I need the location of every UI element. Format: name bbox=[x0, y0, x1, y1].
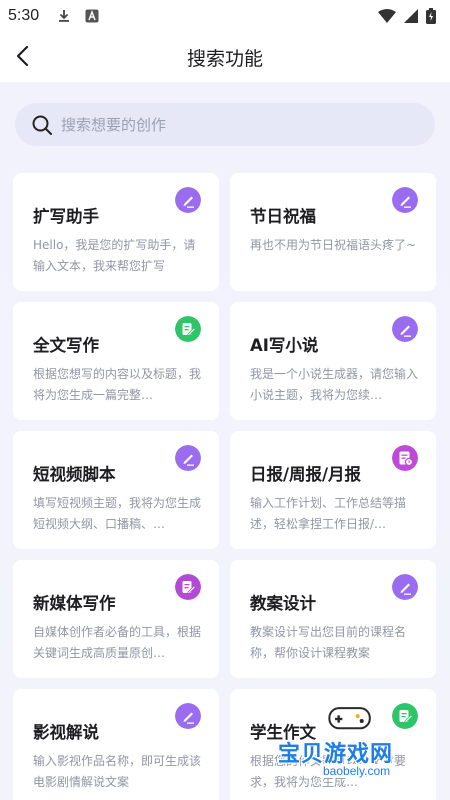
card-title: AI写小说 bbox=[250, 336, 319, 355]
card-description: 输入工作计划、工作总结等描述，轻松拿捏工作日报/… bbox=[250, 496, 407, 531]
card-description: 教案设计写出您目前的课程名称，帮你设计课程教案 bbox=[250, 625, 407, 660]
status-right bbox=[378, 8, 436, 24]
edit-note-icon bbox=[175, 574, 201, 600]
card-title: 全文写作 bbox=[33, 336, 99, 355]
battery-icon bbox=[426, 8, 436, 24]
a-badge-icon bbox=[85, 9, 99, 23]
app-header: 搜索功能 bbox=[0, 32, 450, 82]
pen-icon bbox=[392, 316, 418, 342]
edit-note-icon bbox=[392, 703, 418, 729]
card-description: 再也不用为节日祝福语头疼了~ bbox=[250, 238, 417, 252]
card-title: 节日祝福 bbox=[250, 207, 316, 226]
card-title: 日报/周报/月报 bbox=[250, 465, 362, 484]
card-title: 短视频脚本 bbox=[33, 465, 116, 484]
pen-icon bbox=[392, 574, 418, 600]
pen-icon bbox=[392, 187, 418, 213]
card-film-commentary[interactable]: 影视解说 输入影视作品名称，即可生成该电影剧情解说文案 bbox=[13, 689, 219, 800]
card-description: Hello，我是您的扩写助手，请输入文本，我来帮您扩写 bbox=[33, 238, 196, 273]
pen-icon bbox=[175, 703, 201, 729]
card-description: 输入影视作品名称，即可生成该电影剧情解说文案 bbox=[33, 754, 202, 789]
card-expand-writing[interactable]: 扩写助手 Hello，我是您的扩写助手，请输入文本，我来帮您扩写 bbox=[13, 173, 219, 291]
card-ai-novel[interactable]: AI写小说 我是一个小说生成器，请您输入小说主题，我将为您续… bbox=[230, 302, 436, 420]
edit-note-icon bbox=[175, 316, 201, 342]
card-lesson-plan[interactable]: 教案设计 教案设计写出您目前的课程名称，帮你设计课程教案 bbox=[230, 560, 436, 678]
card-full-writing[interactable]: 全文写作 根据您想写的内容以及标题，我将为您生成一篇完整… bbox=[13, 302, 219, 420]
main-content: 扩写助手 Hello，我是您的扩写助手，请输入文本，我来帮您扩写 节日祝福 再也… bbox=[0, 82, 450, 800]
card-short-video-script[interactable]: 短视频脚本 填写短视频主题，我将为您生成短视频大纲、口播稿、… bbox=[13, 431, 219, 549]
card-title: 扩写助手 bbox=[33, 207, 99, 226]
search-icon bbox=[32, 115, 52, 135]
search-bar[interactable] bbox=[15, 103, 435, 146]
status-time: 5:30 bbox=[8, 7, 40, 24]
wifi-icon bbox=[378, 9, 396, 23]
signal-icon bbox=[404, 9, 418, 23]
card-description: 根据您想写的内容以及标题，我将为您生成一篇完整… bbox=[33, 367, 202, 402]
gamepad-watermark-icon bbox=[328, 707, 371, 730]
card-new-media-writing[interactable]: 新媒体写作 自媒体创作者必备的工具，根据关键词生成高质量原创… bbox=[13, 560, 219, 678]
pen-icon bbox=[175, 445, 201, 471]
page-title: 搜索功能 bbox=[186, 48, 263, 70]
search-input[interactable] bbox=[61, 115, 401, 134]
card-holiday-greetings[interactable]: 节日祝福 再也不用为节日祝福语头疼了~ bbox=[230, 173, 436, 291]
card-description: 自媒体创作者必备的工具，根据关键词生成高质量原创… bbox=[33, 625, 202, 660]
download-icon bbox=[59, 10, 70, 22]
card-title: 教案设计 bbox=[250, 594, 316, 613]
pen-icon bbox=[175, 187, 201, 213]
report-icon bbox=[392, 445, 418, 471]
watermark-url: baobely.com bbox=[320, 764, 394, 778]
card-description: 填写短视频主题，我将为您生成短视频大纲、口播稿、… bbox=[33, 496, 202, 531]
card-daily-weekly-monthly-report[interactable]: 日报/周报/月报 输入工作计划、工作总结等描述，轻松拿捏工作日报/… bbox=[230, 431, 436, 549]
status-bar: 5:30 bbox=[0, 0, 450, 32]
card-title: 影视解说 bbox=[33, 723, 99, 742]
card-description: 我是一个小说生成器，请您输入小说主题，我将为您续… bbox=[250, 367, 419, 402]
card-title: 新媒体写作 bbox=[33, 594, 116, 613]
